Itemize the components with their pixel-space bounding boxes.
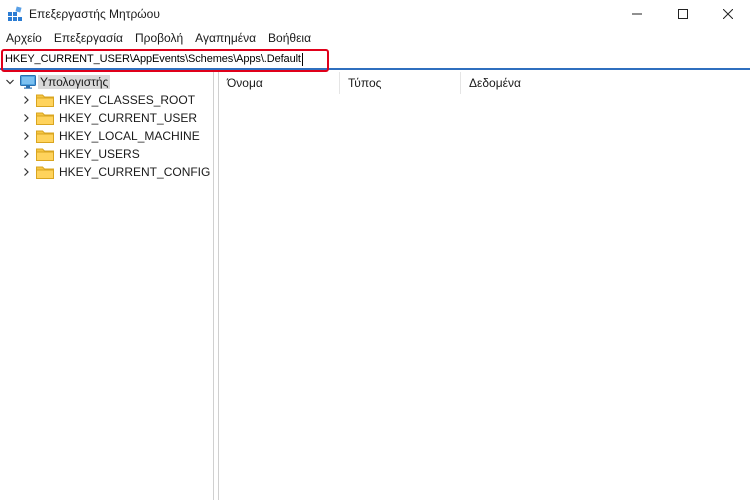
values-list[interactable]: Όνομα Τύπος Δεδομένα bbox=[219, 72, 750, 500]
tree-item-hkey-local-machine[interactable]: HKEY_LOCAL_MACHINE bbox=[20, 127, 202, 145]
window-title: Επεξεργαστής Μητρώου bbox=[29, 7, 160, 21]
chevron-right-icon[interactable] bbox=[20, 148, 32, 160]
tree-item-label[interactable]: HKEY_CURRENT_CONFIG bbox=[57, 165, 212, 179]
key-tree[interactable]: Υπολογιστής HKEY_CLASSES_ROOT HKEY_CURRE… bbox=[0, 72, 213, 500]
close-icon bbox=[723, 9, 733, 19]
minimize-icon bbox=[632, 13, 642, 15]
tree-item-hkey-current-user[interactable]: HKEY_CURRENT_USER bbox=[20, 109, 199, 127]
tree-root-label[interactable]: Υπολογιστής bbox=[38, 75, 111, 89]
tree-item-label[interactable]: HKEY_CURRENT_USER bbox=[57, 111, 199, 125]
column-header-type[interactable]: Τύπος bbox=[340, 72, 460, 94]
address-input[interactable]: HKEY_CURRENT_USER\AppEvents\Schemes\Apps… bbox=[5, 51, 303, 68]
chevron-right-icon[interactable] bbox=[20, 112, 32, 124]
chevron-right-icon[interactable] bbox=[20, 130, 32, 142]
address-bar[interactable]: HKEY_CURRENT_USER\AppEvents\Schemes\Apps… bbox=[0, 50, 750, 70]
chevron-right-icon[interactable] bbox=[20, 94, 32, 106]
registry-editor-icon bbox=[8, 6, 22, 21]
chevron-down-icon[interactable] bbox=[4, 76, 16, 88]
title-bar: Επεξεργαστής Μητρώου bbox=[0, 0, 750, 28]
tree-item-label[interactable]: HKEY_LOCAL_MACHINE bbox=[57, 129, 202, 143]
folder-icon bbox=[36, 94, 54, 107]
text-caret bbox=[301, 52, 303, 66]
menu-help[interactable]: Βοήθεια bbox=[262, 28, 317, 48]
menu-bar: Αρχείο Επεξεργασία Προβολή Αγαπημένα Βοή… bbox=[0, 28, 750, 48]
tree-item-hkey-current-config[interactable]: HKEY_CURRENT_CONFIG bbox=[20, 163, 212, 181]
tree-item-hkey-users[interactable]: HKEY_USERS bbox=[20, 145, 142, 163]
column-header-data[interactable]: Δεδομένα bbox=[461, 72, 661, 94]
menu-file[interactable]: Αρχείο bbox=[0, 28, 48, 48]
tree-item-label[interactable]: HKEY_CLASSES_ROOT bbox=[57, 93, 197, 107]
folder-icon bbox=[36, 166, 54, 179]
column-header-name[interactable]: Όνομα bbox=[219, 72, 339, 94]
tree-item-hkey-classes-root[interactable]: HKEY_CLASSES_ROOT bbox=[20, 91, 197, 109]
folder-icon bbox=[36, 112, 54, 125]
address-value: HKEY_CURRENT_USER\AppEvents\Schemes\Apps… bbox=[5, 53, 301, 65]
tree-item-label[interactable]: HKEY_USERS bbox=[57, 147, 142, 161]
tree-root[interactable]: Υπολογιστής bbox=[4, 73, 111, 91]
menu-edit[interactable]: Επεξεργασία bbox=[48, 28, 129, 48]
minimize-button[interactable] bbox=[614, 0, 660, 28]
maximize-icon bbox=[678, 9, 688, 19]
menu-view[interactable]: Προβολή bbox=[129, 28, 189, 48]
menu-favorites[interactable]: Αγαπημένα bbox=[189, 28, 262, 48]
maximize-button[interactable] bbox=[660, 0, 706, 28]
computer-icon bbox=[20, 75, 36, 89]
folder-icon bbox=[36, 148, 54, 161]
close-button[interactable] bbox=[705, 0, 750, 28]
chevron-right-icon[interactable] bbox=[20, 166, 32, 178]
folder-icon bbox=[36, 130, 54, 143]
